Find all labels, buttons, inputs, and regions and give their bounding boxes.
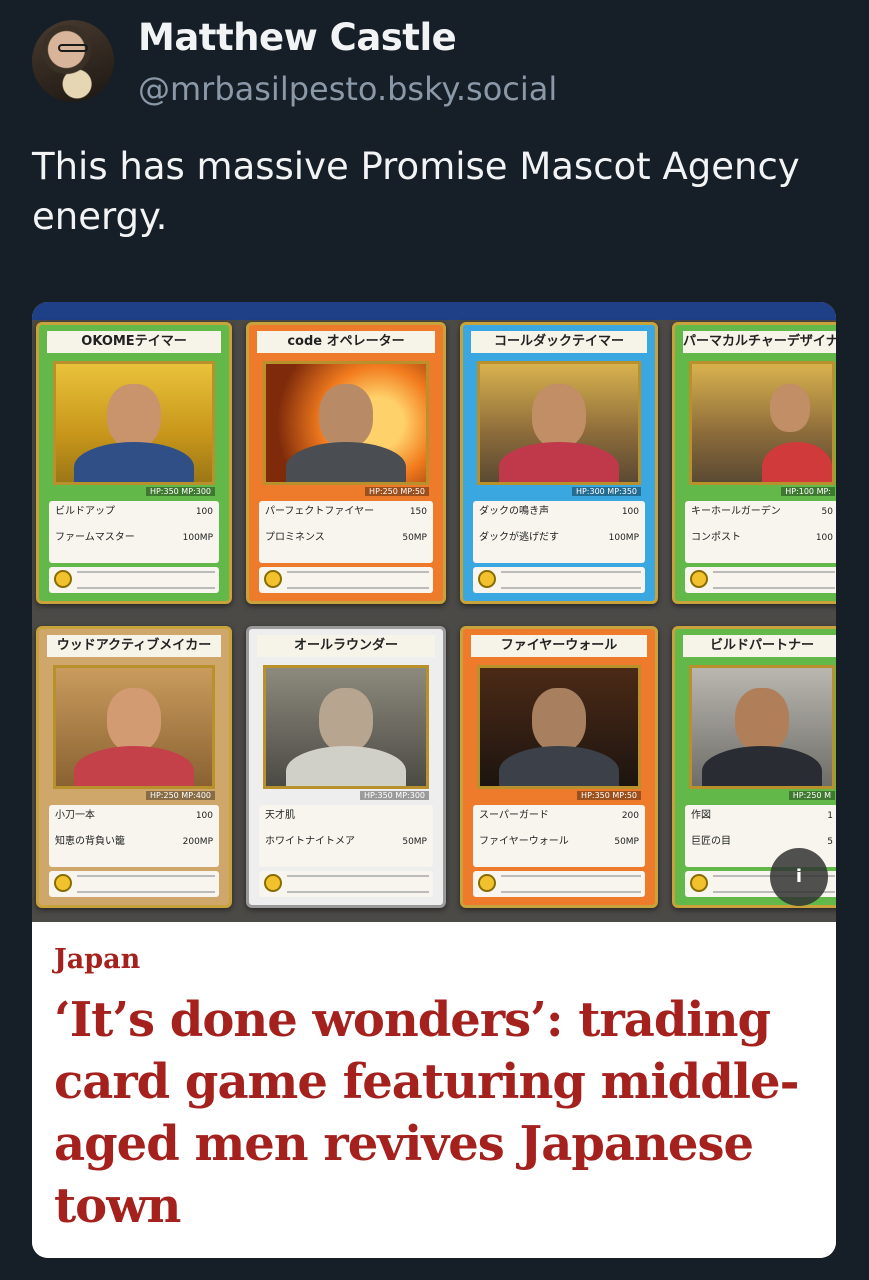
card-portrait (689, 361, 835, 485)
card-special (473, 567, 645, 593)
card-move: 小刀一本 100 (55, 810, 213, 821)
avatar-glasses-icon (58, 44, 88, 52)
trading-card-6: オールラウンダー HP:350 MP:300 天才肌 ホワイトナイトメア 50MP (246, 626, 446, 908)
article-headline[interactable]: ‘It’s done wonders’: trading card game f… (54, 989, 814, 1237)
card-move: ダックが逃げだす 100MP (479, 532, 639, 543)
card-move: スーパーガード 200 (479, 810, 639, 821)
card-special (259, 567, 433, 593)
card-stats: HP:350 MP:300 (359, 791, 429, 800)
trading-card-4: パーマカルチャーデザイナー HP:100 MP: キーホールガーデン 50 コンポ… (672, 322, 836, 604)
author-display-name[interactable]: Matthew Castle (138, 16, 457, 59)
embed-image: OKOMEテイマー HP:350 MP:300 ビルドアップ 100 ファームマス… (32, 302, 836, 922)
check-icon (54, 570, 72, 588)
card-move: ダックの鳴き声 100 (479, 506, 639, 517)
trading-card-2: code オペレーター HP:250 MP:50 パーフェクトファイヤー 150 … (246, 322, 446, 604)
card-portrait (263, 361, 429, 485)
check-icon (54, 874, 72, 892)
card-move: キーホールガーデン 50 (691, 506, 833, 517)
card-title: OKOMEテイマー (47, 331, 221, 353)
card-portrait (477, 361, 641, 485)
card-stats: HP:350 MP:300 (145, 487, 215, 496)
check-icon (478, 874, 496, 892)
card-stats: HP:350 MP:50 (577, 791, 641, 800)
card-moves: スーパーガード 200 ファイヤーウォール 50MP (473, 805, 645, 867)
card-moves: パーフェクトファイヤー 150 プロミネンス 50MP (259, 501, 433, 563)
card-special (259, 871, 433, 897)
author-handle[interactable]: @mrbasilpesto.bsky.social (138, 70, 557, 108)
card-stats: HP:100 MP: (781, 487, 835, 496)
card-title: ウッドアクティブメイカー (47, 635, 221, 657)
card-stats: HP:300 MP:350 (571, 487, 641, 496)
card-portrait (53, 361, 215, 485)
card-moves: ダックの鳴き声 100 ダックが逃げだす 100MP (473, 501, 645, 563)
card-title: パーマカルチャーデザイナー (683, 331, 836, 353)
check-icon (264, 874, 282, 892)
post-header: Matthew Castle @mrbasilpesto.bsky.social (32, 14, 832, 114)
card-move: パーフェクトファイヤー 150 (265, 506, 427, 517)
check-icon (264, 570, 282, 588)
card-portrait (263, 665, 429, 789)
card-portrait (477, 665, 641, 789)
card-moves: 小刀一本 100 知恵の背負い籠 200MP (49, 805, 219, 867)
image-top-strip (32, 302, 836, 320)
check-icon (690, 874, 708, 892)
card-special (473, 871, 645, 897)
trading-card-3: コールダックテイマー HP:300 MP:350 ダックの鳴き声 100 ダックが… (460, 322, 658, 604)
card-title: オールラウンダー (257, 635, 435, 657)
card-stats: HP:250 MP:400 (145, 791, 215, 800)
card-move: ホワイトナイトメア 50MP (265, 836, 427, 847)
card-move: 天才肌 (265, 810, 295, 821)
card-moves: 天才肌 ホワイトナイトメア 50MP (259, 805, 433, 867)
card-move: ファイヤーウォール 50MP (479, 836, 639, 847)
card-move: ファームマスター 100MP (55, 532, 213, 543)
card-stats: HP:250 MP:50 (365, 487, 429, 496)
embed-text: Japan ‘It’s done wonders’: trading card … (32, 922, 836, 1258)
check-icon (478, 570, 496, 588)
trading-card-1: OKOMEテイマー HP:350 MP:300 ビルドアップ 100 ファームマス… (36, 322, 232, 604)
trading-card-7: ファイヤーウォール HP:350 MP:50 スーパーガード 200 ファイヤーウ… (460, 626, 658, 908)
card-moves: キーホールガーデン 50 コンポスト 100 (685, 501, 836, 563)
card-title: code オペレーター (257, 331, 435, 353)
card-move: 知恵の背負い籠 200MP (55, 836, 213, 847)
card-portrait (689, 665, 835, 789)
card-move: プロミネンス 50MP (265, 532, 427, 543)
card-title: コールダックテイマー (471, 331, 647, 353)
card-title: ビルドパートナー (683, 635, 836, 657)
card-move: 巨匠の目 5 (691, 836, 833, 847)
card-special (49, 567, 219, 593)
card-special (685, 567, 836, 593)
card-move: 作図 1 (691, 810, 833, 821)
article-section: Japan (54, 944, 141, 975)
author-avatar[interactable] (32, 20, 114, 102)
card-move: コンポスト 100 (691, 532, 833, 543)
card-special (49, 871, 219, 897)
card-stats: HP:250 M (788, 791, 835, 800)
image-info-icon[interactable]: i (770, 848, 828, 906)
card-portrait (53, 665, 215, 789)
card-move: ビルドアップ 100 (55, 506, 213, 517)
trading-card-5: ウッドアクティブメイカー HP:250 MP:400 小刀一本 100 知恵の背負… (36, 626, 232, 908)
post-text: This has massive Promise Mascot Agency e… (32, 145, 800, 238)
card-title: ファイヤーウォール (471, 635, 647, 657)
card-moves: ビルドアップ 100 ファームマスター 100MP (49, 501, 219, 563)
check-icon (690, 570, 708, 588)
link-embed-card[interactable]: OKOMEテイマー HP:350 MP:300 ビルドアップ 100 ファームマス… (32, 302, 836, 1258)
